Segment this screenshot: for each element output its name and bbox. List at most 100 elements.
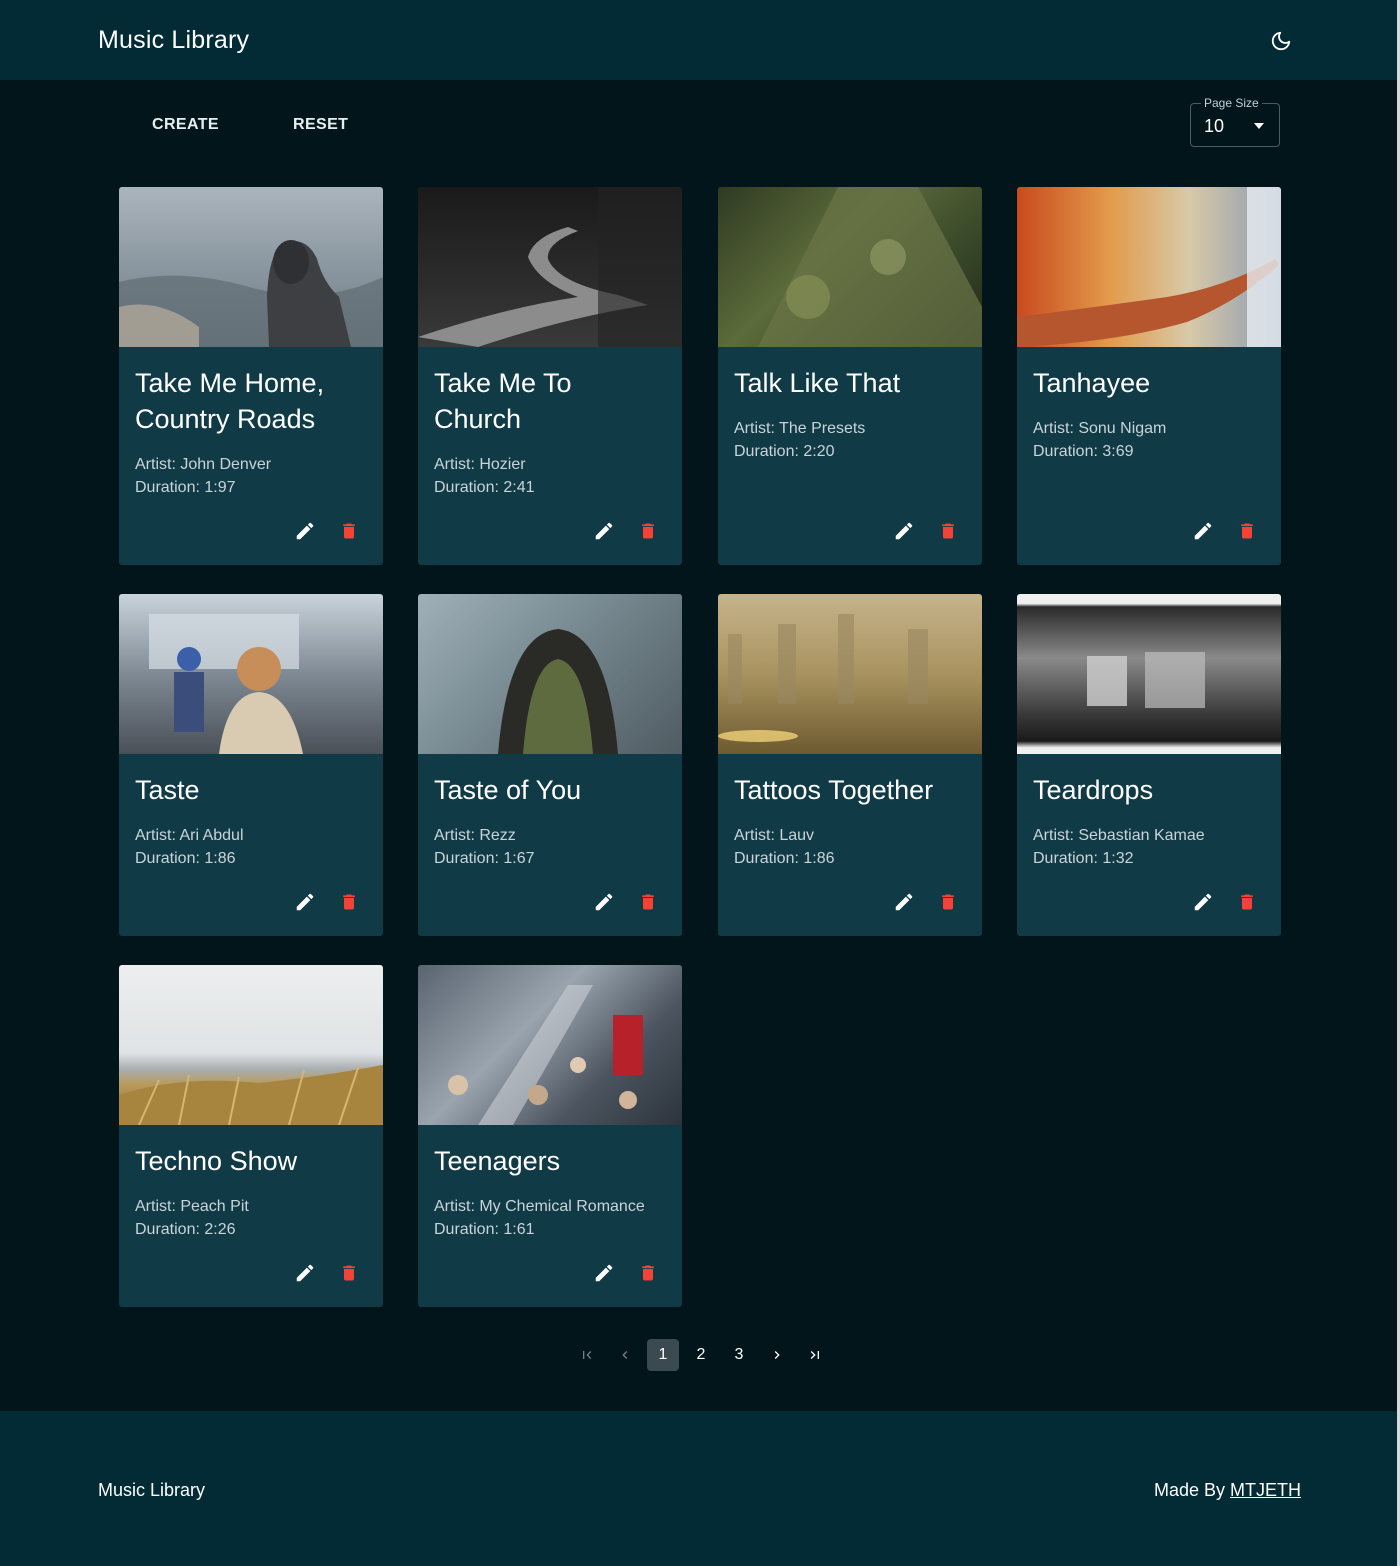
song-artist: Artist: Ari Abdul — [135, 827, 244, 844]
song-duration: Duration: 3:69 — [1033, 443, 1134, 460]
edit-button[interactable] — [1191, 890, 1215, 914]
song-cover-image — [718, 187, 982, 347]
pagination: 1 2 3 — [568, 1338, 834, 1372]
page-size-value: 10 — [1204, 116, 1225, 136]
dropdown-arrow-icon — [1254, 123, 1264, 129]
edit-button[interactable] — [592, 519, 616, 543]
song-artist: Artist: John Denver — [135, 456, 272, 473]
delete-button[interactable] — [337, 890, 361, 914]
edit-button[interactable] — [1191, 519, 1215, 543]
moon-icon — [1271, 31, 1291, 51]
trash-icon — [1241, 894, 1253, 910]
song-card: Tattoos Together Artist: Lauv Duration: … — [718, 594, 982, 936]
trash-icon — [343, 894, 355, 910]
song-card: Teenagers Artist: My Chemical Romance Du… — [418, 965, 682, 1307]
song-duration: Duration: 2:26 — [135, 1221, 236, 1238]
song-duration: Duration: 2:20 — [734, 443, 835, 460]
page-button-1[interactable]: 1 — [647, 1339, 679, 1371]
delete-button[interactable] — [1235, 519, 1259, 543]
song-cover-image — [1017, 187, 1281, 347]
song-card: Take Me To Church Artist: Hozier Duratio… — [418, 187, 682, 565]
edit-button[interactable] — [892, 890, 916, 914]
page-button-3[interactable]: 3 — [723, 1339, 755, 1371]
song-title: Teenagers — [434, 1146, 561, 1176]
previous-page-icon — [622, 1351, 628, 1359]
author-link[interactable]: MTJETH — [1230, 1480, 1301, 1500]
song-artist: Artist: Sebastian Kamae — [1033, 827, 1205, 844]
song-duration: Duration: 1:86 — [135, 850, 236, 867]
footer-title: Music Library — [98, 1480, 206, 1500]
song-artist: Artist: My Chemical Romance — [434, 1198, 645, 1215]
song-title: Taste of You — [434, 775, 582, 805]
pencil-icon — [595, 1264, 613, 1282]
edit-button[interactable] — [592, 1261, 616, 1285]
song-cover-image — [418, 594, 682, 754]
edit-button[interactable] — [293, 1261, 317, 1285]
delete-button[interactable] — [337, 519, 361, 543]
trash-icon — [642, 523, 654, 539]
song-title: Take Me To Church — [434, 368, 572, 434]
edit-button[interactable] — [293, 890, 317, 914]
song-duration: Duration: 2:41 — [434, 479, 535, 496]
song-card: Teardrops Artist: Sebastian Kamae Durati… — [1017, 594, 1281, 936]
song-artist: Artist: Hozier — [434, 456, 526, 473]
footer-credit-prefix: Made By — [1153, 1480, 1230, 1500]
song-artist: Artist: Lauv — [734, 827, 815, 844]
previous-page-button[interactable] — [609, 1339, 641, 1371]
pencil-icon — [1194, 522, 1212, 540]
footer-credit: Made By MTJETH — [1154, 1480, 1301, 1501]
delete-button[interactable] — [636, 890, 660, 914]
app-bar: Music Library — [0, 0, 1397, 80]
delete-button[interactable] — [1235, 890, 1259, 914]
page-size-select[interactable]: Page Size 10 — [1190, 96, 1280, 147]
song-title: Teardrops — [1033, 775, 1154, 805]
song-artist: Artist: The Presets — [734, 420, 866, 437]
trash-icon — [642, 1265, 654, 1281]
edit-button[interactable] — [592, 890, 616, 914]
delete-button[interactable] — [636, 1261, 660, 1285]
app-title: Music Library — [98, 26, 250, 54]
song-card: Talk Like That Artist: The Presets Durat… — [718, 187, 982, 565]
song-artist: Artist: Rezz — [434, 827, 516, 844]
reset-button[interactable]: RESET — [293, 112, 348, 138]
delete-button[interactable] — [337, 1261, 361, 1285]
last-page-button[interactable] — [799, 1339, 831, 1371]
song-card: Taste Artist: Ari Abdul Duration: 1:86 — [119, 594, 383, 936]
pencil-icon — [595, 522, 613, 540]
song-title: Techno Show — [135, 1146, 298, 1176]
create-button[interactable]: CREATE — [152, 112, 219, 138]
song-duration: Duration: 1:32 — [1033, 850, 1134, 867]
song-card: Take Me Home, Country Roads Artist: John… — [119, 187, 383, 565]
song-artist: Artist: Peach Pit — [135, 1198, 249, 1215]
next-page-button[interactable] — [761, 1339, 793, 1371]
last-page-icon — [810, 1351, 819, 1359]
song-title: Tattoos Together — [734, 775, 934, 805]
pencil-icon — [895, 893, 913, 911]
song-title: Talk Like That — [734, 368, 901, 398]
trash-icon — [343, 1265, 355, 1281]
pencil-icon — [296, 1264, 314, 1282]
song-cover-image — [1017, 594, 1281, 754]
trash-icon — [642, 894, 654, 910]
page-button-2[interactable]: 2 — [685, 1339, 717, 1371]
trash-icon — [942, 894, 954, 910]
pencil-icon — [1194, 893, 1212, 911]
song-card: Taste of You Artist: Rezz Duration: 1:67 — [418, 594, 682, 936]
delete-button[interactable] — [636, 519, 660, 543]
footer: Music Library Made By MTJETH — [0, 1411, 1397, 1566]
edit-button[interactable] — [892, 519, 916, 543]
edit-button[interactable] — [293, 519, 317, 543]
song-cover-image — [418, 965, 682, 1125]
first-page-button[interactable] — [571, 1339, 603, 1371]
delete-button[interactable] — [936, 890, 960, 914]
pencil-icon — [895, 522, 913, 540]
trash-icon — [1241, 523, 1253, 539]
song-artist: Artist: Sonu Nigam — [1033, 420, 1167, 437]
theme-toggle-button[interactable] — [1266, 26, 1296, 56]
song-title: Taste — [135, 775, 200, 805]
delete-button[interactable] — [936, 519, 960, 543]
song-duration: Duration: 1:61 — [434, 1221, 535, 1238]
song-duration: Duration: 1:97 — [135, 479, 236, 496]
song-cover-image — [418, 187, 682, 347]
song-cover-image — [119, 965, 383, 1125]
